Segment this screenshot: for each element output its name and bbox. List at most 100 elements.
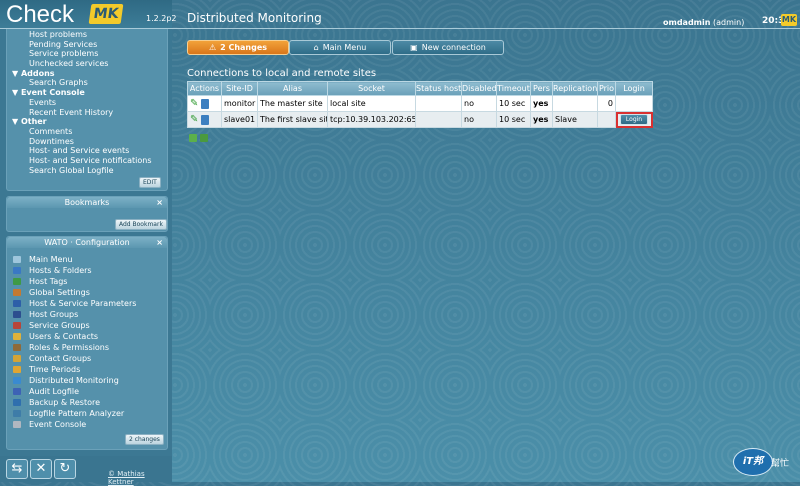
edit-icon[interactable]: ✎: [190, 98, 198, 109]
login-button[interactable]: Login: [620, 114, 648, 125]
wato-menu-item[interactable]: Hosts & Folders: [13, 265, 163, 276]
sidebar-view-link[interactable]: Events: [12, 98, 162, 108]
wato-item-label: Event Console: [29, 420, 87, 429]
sidebar-view-link[interactable]: Comments: [12, 127, 162, 137]
wato-item-icon: [13, 267, 21, 274]
edit-icon[interactable]: ✎: [190, 114, 198, 125]
wato-menu-item[interactable]: Audit Logfile: [13, 386, 163, 397]
wato-menu-item[interactable]: Global Settings: [13, 287, 163, 298]
logo-text: Check: [6, 1, 75, 28]
close-icon[interactable]: ×: [156, 237, 163, 248]
cell-pers: yes: [530, 111, 553, 128]
wato-item-icon: [13, 388, 21, 395]
login-cell: [615, 95, 653, 112]
login-cell: Login: [615, 111, 653, 128]
sidebar-view-link[interactable]: Host- and Service notifications: [12, 156, 162, 166]
wato-menu-item[interactable]: Event Console: [13, 419, 163, 430]
wato-menu-item[interactable]: Time Periods: [13, 364, 163, 375]
wato-item-icon: [13, 333, 21, 340]
close-icon[interactable]: ×: [156, 197, 163, 208]
sidebar-view-link[interactable]: Pending Services: [12, 40, 162, 50]
main-menu-label: Main Menu: [322, 43, 367, 52]
sidebar-view-link[interactable]: Search Global Logfile: [12, 166, 162, 176]
sidebar-group-header[interactable]: ▼ Event Console: [12, 88, 162, 98]
site-export-icon[interactable]: [200, 134, 208, 142]
sidebar-view-link[interactable]: Search Graphs: [12, 78, 162, 88]
wato-item-icon: [13, 355, 21, 362]
bookmarks-snapin: Bookmarks × Add Bookmark: [6, 196, 168, 232]
delete-icon[interactable]: [201, 114, 210, 125]
cell-socket: tcp:10.39.103.202:6557: [327, 111, 416, 128]
wato-item-label: Logfile Pattern Analyzer: [29, 409, 125, 418]
logo-mk-badge: MK: [88, 4, 124, 24]
wato-item-icon: [13, 410, 21, 417]
sidebar-view-link[interactable]: Recent Event History: [12, 108, 162, 118]
wato-item-label: Host & Service Parameters: [29, 299, 137, 308]
changes-button[interactable]: ⚠ 2 Changes: [187, 40, 289, 55]
cell-alias: The master site: [257, 95, 328, 112]
wato-item-icon: [13, 344, 21, 351]
edit-button[interactable]: EDIT: [139, 177, 161, 188]
wato-menu-item[interactable]: Service Groups: [13, 320, 163, 331]
wato-item-icon: [13, 289, 21, 296]
wato-menu-item[interactable]: Host Groups: [13, 309, 163, 320]
sidebar-item-label: Recent Event History: [29, 107, 114, 117]
wato-menu-item[interactable]: Distributed Monitoring: [13, 375, 163, 386]
wato-changes-button[interactable]: 2 changes: [125, 434, 164, 445]
sidebar-view-link[interactable]: Host problems: [12, 30, 162, 40]
cell-status-host: [415, 95, 462, 112]
actions-cell: ✎: [187, 95, 222, 112]
sidebar-group-header[interactable]: ▼ Other: [12, 117, 162, 127]
wato-menu-item[interactable]: Backup & Restore: [13, 397, 163, 408]
copyright-link[interactable]: © Mathias Kettner: [108, 470, 172, 486]
new-connection-icon: ▣: [410, 43, 418, 52]
wato-item-label: Backup & Restore: [29, 398, 101, 407]
wato-item-label: Global Settings: [29, 288, 90, 297]
wato-menu-item[interactable]: Main Menu: [13, 254, 163, 265]
add-bookmark-button[interactable]: Add Bookmark: [115, 219, 167, 230]
chevron-down-icon: ▼: [12, 117, 21, 127]
wato-menu-item[interactable]: Roles & Permissions: [13, 342, 163, 353]
wato-item-label: Host Groups: [29, 310, 79, 319]
sites-table: Actions Site-ID Alias Socket Status host Disa…: [187, 81, 653, 128]
wato-item-icon: [13, 322, 21, 329]
new-connection-label: New connection: [421, 43, 486, 52]
main-menu-button[interactable]: ⌂ Main Menu: [289, 40, 391, 55]
column-header: Status host: [415, 81, 462, 96]
wato-item-icon: [13, 278, 21, 285]
wato-item-label: Hosts & Folders: [29, 266, 92, 275]
actions-cell: ✎: [187, 111, 222, 128]
table-row: ✎ slave01 The first slave site tcp:10.39.10…: [187, 111, 653, 128]
wato-menu-item[interactable]: Host Tags: [13, 276, 163, 287]
wato-menu-item[interactable]: Host & Service Parameters: [13, 298, 163, 309]
cell-replication: [552, 95, 598, 112]
cell-timeout: 10 sec: [496, 111, 531, 128]
logout-icon[interactable]: ↻: [54, 459, 76, 479]
wato-menu-item[interactable]: Logfile Pattern Analyzer: [13, 408, 163, 419]
wato-menu-item[interactable]: Contact Groups: [13, 353, 163, 364]
sidebar-add-snapin-icon[interactable]: ⇆: [6, 459, 28, 479]
changes-button-label: 2 Changes: [220, 43, 268, 52]
wato-title: WATO · Configuration: [44, 238, 130, 247]
delete-icon[interactable]: [201, 98, 210, 109]
ithome-logo: iT邦: [733, 448, 773, 476]
sidebar-view-link[interactable]: Service problems: [12, 49, 162, 59]
tools-icon[interactable]: ✕: [30, 459, 52, 479]
column-header: Timeout: [496, 81, 531, 96]
sidebar-view-link[interactable]: Downtimes: [12, 137, 162, 147]
warning-icon: ⚠: [208, 43, 217, 52]
site-import-icon[interactable]: [189, 134, 197, 142]
wato-item-label: Time Periods: [29, 365, 81, 374]
sidebar-footer: ⇆ ✕ ↻ © Mathias Kettner: [0, 456, 172, 486]
home-icon: ⌂: [313, 43, 319, 52]
new-connection-button[interactable]: ▣ New connection: [392, 40, 504, 55]
wato-menu-item[interactable]: Users & Contacts: [13, 331, 163, 342]
sidebar-group-header[interactable]: ▼ Addons: [12, 69, 162, 79]
sidebar-view-link[interactable]: Host- and Service events: [12, 146, 162, 156]
wato-header[interactable]: WATO · Configuration ×: [7, 237, 167, 248]
title-bar: Distributed Monitoring omdadmin (admin) …: [172, 0, 800, 29]
wato-item-icon: [13, 311, 21, 318]
sidebar-item-label: Downtimes: [29, 136, 74, 146]
bookmarks-header[interactable]: Bookmarks ×: [7, 197, 167, 208]
sidebar-view-link[interactable]: Unchecked services: [12, 59, 162, 69]
